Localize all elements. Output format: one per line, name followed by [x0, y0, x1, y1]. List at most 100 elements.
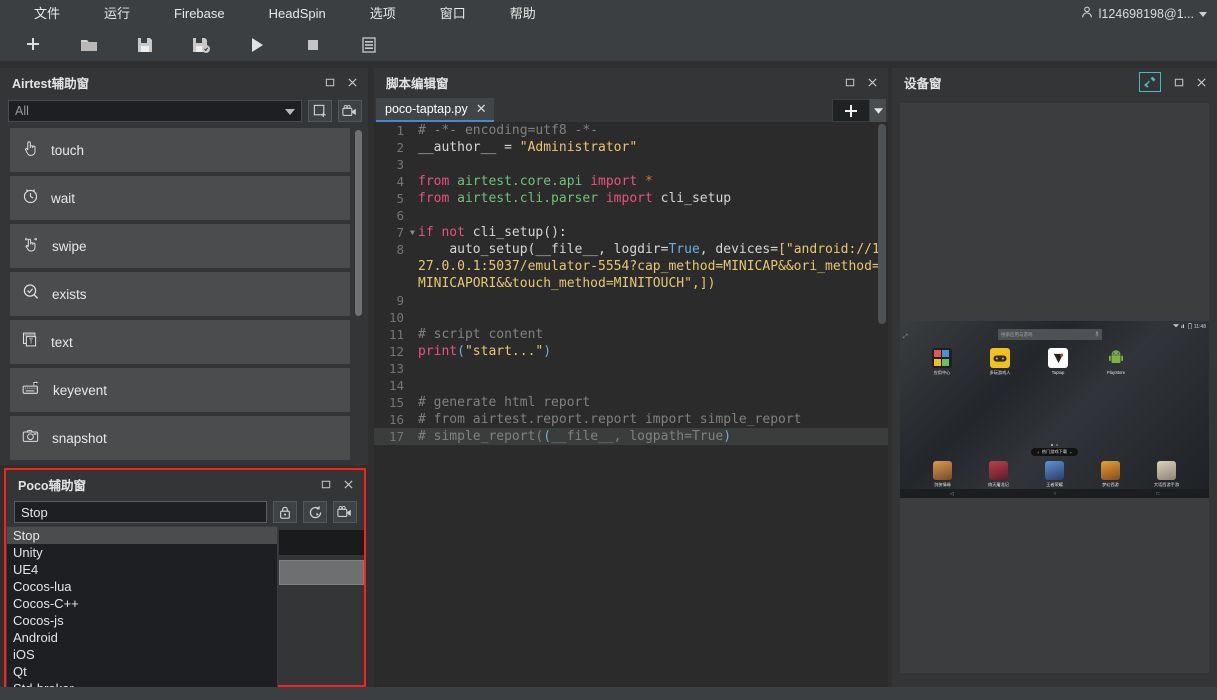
poco-mode-dropdown-list[interactable]: Stop Unity UE4 Cocos-lua Cocos-C++ Cocos…: [6, 526, 278, 700]
airtest-list-scrollbar[interactable]: [355, 130, 362, 466]
tab-poco-taptap-py[interactable]: poco-taptap.py ✕: [376, 98, 494, 122]
device-search-bar[interactable]: 搜索应用与游戏: [998, 329, 1102, 340]
game-icon-1: [933, 461, 952, 480]
poco-option-cocos-cpp[interactable]: Cocos-C++: [7, 595, 277, 612]
record-button[interactable]: [338, 100, 362, 122]
code-line[interactable]: 4 from airtest.core.api import *: [374, 173, 888, 190]
airtest-action-wait[interactable]: wait: [10, 176, 350, 220]
new-tab-control[interactable]: [832, 99, 886, 122]
plus-icon[interactable]: [832, 99, 870, 122]
poco-option-stop[interactable]: Stop: [7, 527, 277, 544]
device-dock-app[interactable]: 倚天屠龙记: [981, 461, 1017, 488]
microphone-icon[interactable]: [1095, 331, 1099, 338]
menu-firebase[interactable]: Firebase: [152, 0, 247, 28]
poco-option-ue4[interactable]: UE4: [7, 561, 277, 578]
recents-icon[interactable]: □: [1156, 491, 1159, 497]
restore-window-icon[interactable]: [1169, 72, 1189, 92]
device-dock-app[interactable]: 梦幻西游: [1093, 461, 1129, 488]
restore-window-icon[interactable]: [316, 474, 336, 494]
code-line[interactable]: 7 ▼ if not cli_setup():: [374, 224, 888, 241]
record-button[interactable]: [333, 501, 357, 523]
poco-search-input[interactable]: [279, 530, 364, 555]
menu-help[interactable]: 帮助: [488, 0, 558, 28]
back-icon[interactable]: ◁: [950, 491, 954, 497]
clock-label: 11:48: [1193, 323, 1206, 330]
stop-button[interactable]: [290, 30, 336, 60]
chevron-down-icon[interactable]: [870, 99, 886, 122]
code-line[interactable]: 15 # generate html report: [374, 394, 888, 411]
close-icon[interactable]: [1191, 72, 1211, 92]
open-folder-button[interactable]: [66, 30, 112, 60]
device-app-icon[interactable]: PlayStore: [1098, 348, 1134, 376]
airtest-action-snapshot[interactable]: snapshot: [10, 416, 350, 460]
code-line[interactable]: 12 print("start..."): [374, 343, 888, 360]
scrollbar-thumb[interactable]: [355, 130, 362, 316]
new-script-button[interactable]: [10, 30, 56, 60]
airtest-filter-select[interactable]: All: [8, 100, 302, 122]
menu-file[interactable]: 文件: [12, 0, 82, 28]
device-app-icon[interactable]: Taptap: [1040, 348, 1076, 376]
menu-headspin[interactable]: HeadSpin: [247, 0, 348, 28]
airtest-action-touch[interactable]: touch: [10, 128, 350, 172]
menu-run[interactable]: 运行: [82, 0, 152, 28]
code-line[interactable]: 9: [374, 292, 888, 309]
device-canvas[interactable]: 11:48 ⤢ 搜索应用与游戏 应用中心 多玩游戏人 Taptap PlaySt…: [900, 103, 1209, 673]
device-dock-app[interactable]: 大话西游手游: [1149, 461, 1185, 488]
restore-window-icon[interactable]: [840, 72, 860, 92]
poco-option-android[interactable]: Android: [7, 629, 277, 646]
poco-option-unity[interactable]: Unity: [7, 544, 277, 561]
save-button[interactable]: [122, 30, 168, 60]
airtest-action-exists[interactable]: exists: [10, 272, 350, 316]
status-bar: [0, 687, 1217, 700]
airtest-action-label: snapshot: [52, 430, 107, 446]
close-icon[interactable]: ✕: [476, 101, 487, 117]
save-as-button[interactable]: [178, 30, 224, 60]
run-button[interactable]: [234, 30, 280, 60]
device-search-placeholder: 搜索应用与游戏: [1001, 331, 1033, 337]
code-line[interactable]: 6: [374, 207, 888, 224]
code-line[interactable]: 1 # -*- encoding=utf8 -*-: [374, 122, 888, 139]
code-editor[interactable]: 1 # -*- encoding=utf8 -*- 2 __author__ = "A…: [374, 122, 888, 700]
code-line[interactable]: 5 from airtest.cli.parser import cli_setu…: [374, 190, 888, 207]
poco-option-cocos-js[interactable]: Cocos-js: [7, 612, 277, 629]
code-line[interactable]: 11 # script content: [374, 326, 888, 343]
code-line[interactable]: 3: [374, 156, 888, 173]
airtest-action-swipe[interactable]: swipe: [10, 224, 350, 268]
device-screen-mirror[interactable]: 11:48 ⤢ 搜索应用与游戏 应用中心 多玩游戏人 Taptap PlaySt…: [900, 321, 1209, 498]
home-icon[interactable]: ○: [1053, 491, 1056, 497]
poco-option-qt[interactable]: Qt: [7, 663, 277, 680]
poco-option-cocos-lua[interactable]: Cocos-lua: [7, 578, 277, 595]
menu-window[interactable]: 窗口: [418, 0, 488, 28]
device-dock-app[interactable]: 王者荣耀: [1037, 461, 1073, 488]
menu-options[interactable]: 选项: [348, 0, 418, 28]
close-icon[interactable]: [862, 72, 882, 92]
code-line[interactable]: 10: [374, 309, 888, 326]
device-app-icon[interactable]: 应用中心: [924, 348, 960, 376]
log-report-button[interactable]: [346, 30, 392, 60]
close-icon[interactable]: [342, 72, 362, 92]
code-line[interactable]: 13: [374, 360, 888, 377]
tools-wrench-icon[interactable]: [1139, 72, 1161, 92]
poco-action-button[interactable]: [279, 560, 364, 585]
freeze-lock-button[interactable]: [273, 501, 297, 523]
close-icon[interactable]: [338, 474, 358, 494]
editor-scrollbar-thumb[interactable]: [878, 124, 886, 324]
code-line[interactable]: 14: [374, 377, 888, 394]
device-dock-app[interactable]: 剑侠情缘: [925, 461, 961, 488]
code-line[interactable]: 2 __author__ = "Administrator": [374, 139, 888, 156]
poco-mode-select[interactable]: Stop: [14, 501, 267, 523]
code-line[interactable]: 8 auto_setup(__file__, logdir=True, devi…: [374, 241, 888, 292]
airtest-action-keyevent[interactable]: keyevent: [10, 368, 350, 412]
capture-template-button[interactable]: [308, 100, 332, 122]
restore-window-icon[interactable]: [320, 72, 340, 92]
device-folder-pill[interactable]: ‹ 热门游戏下载 ›: [1030, 448, 1079, 456]
fold-arrow-icon[interactable]: ▼: [410, 224, 418, 241]
refresh-button[interactable]: [303, 501, 327, 523]
code-line[interactable]: 16 # from airtest.report.report import si…: [374, 411, 888, 428]
device-app-icon[interactable]: 多玩游戏人: [982, 348, 1018, 376]
airtest-action-text[interactable]: T text: [10, 320, 350, 364]
user-account-menu[interactable]: l124698198@1...: [1080, 0, 1217, 28]
code-line[interactable]: 17 # simple_report((__file__, logpath=Tru…: [374, 428, 888, 445]
poco-option-ios[interactable]: iOS: [7, 646, 277, 663]
game-icon-2: [989, 461, 1008, 480]
